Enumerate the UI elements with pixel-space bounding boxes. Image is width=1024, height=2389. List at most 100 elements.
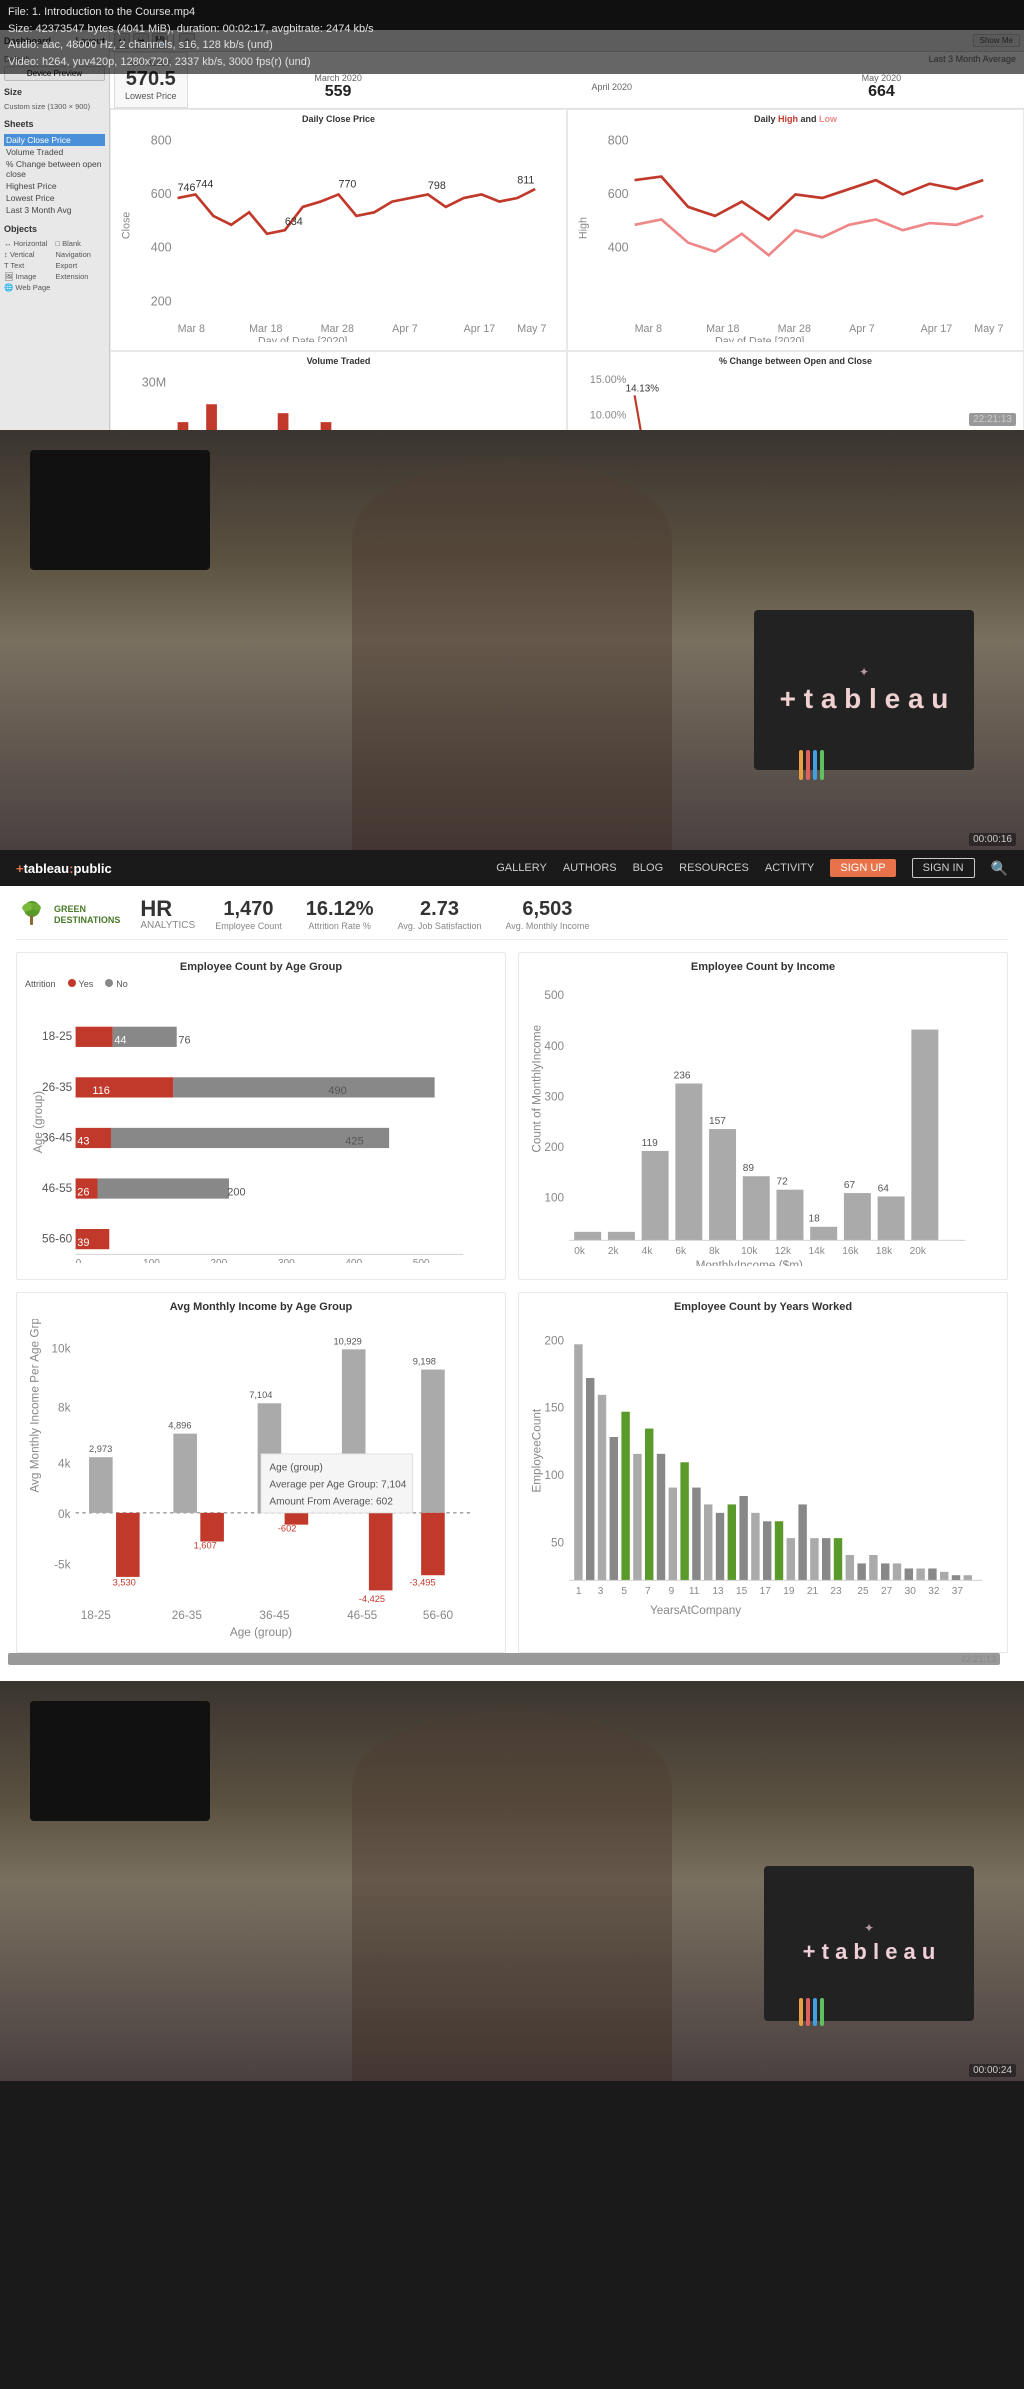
sidebar-sheet-3[interactable]: % Change between open close (4, 158, 105, 180)
file-info-line2: Size: 42373547 bytes (4041 MiB), duratio… (8, 21, 1016, 38)
month-march: March 2020 559 (314, 73, 362, 101)
obj-vertical[interactable]: ↕ Vertical (4, 250, 54, 259)
signin-button[interactable]: SIGN IN (912, 858, 975, 878)
chart-pct-svg: 15.00% 10.00% 5.00% 0.00% -5.00% 14 (572, 368, 1019, 430)
svg-text:44: 44 (114, 1035, 126, 1047)
svg-text:4,896: 4,896 (168, 1420, 191, 1430)
svg-text:116: 116 (92, 1085, 109, 1097)
nav-gallery[interactable]: GALLERY (496, 862, 547, 874)
file-info-line3: Audio: aac, 48000 Hz, 2 channels, s16, 1… (8, 37, 1016, 54)
svg-text:10.00%: 10.00% (590, 409, 627, 421)
obj-navigation[interactable]: Navigation (56, 250, 106, 259)
hr-chart-title-income: Employee Count by Income (527, 961, 999, 973)
nav-activity[interactable]: ACTIVITY (765, 862, 815, 874)
obj-blank[interactable]: □ Blank (56, 239, 106, 248)
nav-blog[interactable]: BLOG (633, 862, 664, 874)
svg-text:200: 200 (151, 294, 172, 308)
obj-web[interactable]: 🌐 Web Page (4, 283, 54, 292)
logo-text-line1: GREEN (54, 904, 120, 915)
march-value: 559 (314, 83, 362, 101)
logo-text: GREEN DESTINATIONS (54, 904, 120, 926)
legend-no: No (105, 979, 128, 989)
svg-text:400: 400 (608, 241, 629, 255)
nav-authors[interactable]: AUTHORS (563, 862, 617, 874)
svg-text:56-60: 56-60 (42, 1232, 73, 1245)
sidebar-sheet-2[interactable]: Volume Traded (4, 146, 105, 158)
svg-text:3,530: 3,530 (113, 1577, 136, 1587)
svg-text:0k: 0k (58, 1507, 71, 1520)
person-video-2-timestamp: 00:00:24 (969, 2064, 1016, 2077)
kpi-satisfaction-label: Avg. Job Satisfaction (398, 921, 482, 931)
svg-text:-602: -602 (278, 1523, 297, 1533)
svg-text:400: 400 (151, 241, 172, 255)
svg-text:18-25: 18-25 (81, 1609, 112, 1622)
marker-red-2 (806, 1998, 810, 2026)
svg-text:64: 64 (878, 1183, 890, 1194)
chart-pct-placeholder: 15.00% 10.00% 5.00% 0.00% -5.00% 14 (572, 368, 1019, 430)
svg-text:EmployeeCount: EmployeeCount (530, 1408, 543, 1493)
svg-text:600: 600 (608, 187, 629, 201)
svg-text:Age (group): Age (group) (230, 1625, 292, 1638)
size-label: Size (4, 85, 105, 99)
tableau-main: ↩ ↪ 💾 + Show Me Min: 3160.5 570.5 Lowest… (110, 30, 1024, 430)
hr-analytics-section: GREEN DESTINATIONS HR ANALYTICS 1,470 Em… (0, 886, 1024, 1681)
hr-timestamp: 22:21:13 (8, 1653, 1000, 1665)
svg-text:12k: 12k (775, 1246, 792, 1257)
search-icon[interactable]: 🔍 (991, 860, 1008, 877)
obj-text[interactable]: T Text (4, 261, 54, 270)
hr-kpi-income: 6,503 Avg. Monthly Income (505, 898, 589, 931)
svg-text:Apr 7: Apr 7 (849, 323, 875, 335)
svg-text:Mar 28: Mar 28 (321, 323, 354, 335)
sidebar-sheet-6[interactable]: Last 3 Month Avg (4, 204, 105, 216)
sidebar-sheet-5[interactable]: Lowest Price (4, 192, 105, 204)
svg-text:36-45: 36-45 (259, 1609, 290, 1622)
tableau-dashboard: Dashboard Layout Default Device Preview … (0, 30, 1024, 430)
svg-text:100: 100 (143, 1258, 160, 1263)
tableau-laptop-logo-2: + t a b l e a u (803, 1939, 936, 1965)
leaf-svg (16, 899, 48, 931)
marker-green-2 (820, 1998, 824, 2026)
nav-resources[interactable]: RESOURCES (679, 862, 749, 874)
svg-text:8k: 8k (58, 1401, 71, 1414)
svg-text:YearsAtCompany: YearsAtCompany (650, 1604, 741, 1617)
hr-subtitle: ANALYTICS (140, 920, 195, 931)
hr-chart-title-avg-income: Avg Monthly Income by Age Group (25, 1301, 497, 1313)
svg-text:1: 1 (576, 1585, 582, 1596)
sidebar-sheet-1[interactable]: Daily Close Price (4, 134, 105, 146)
obj-extension[interactable]: Extension (56, 272, 106, 281)
svg-text:Mar 18: Mar 18 (706, 323, 739, 335)
svg-text:Apr 17: Apr 17 (921, 323, 953, 335)
svg-text:18k: 18k (876, 1246, 893, 1257)
kpi-satisfaction-value: 2.73 (398, 898, 482, 921)
svg-text:67: 67 (844, 1180, 856, 1191)
svg-text:27: 27 (881, 1585, 893, 1596)
svg-text:0: 0 (76, 1258, 82, 1263)
kpi-employee-value: 1,470 (215, 898, 282, 921)
svg-text:39: 39 (77, 1237, 89, 1249)
kpi-employee-label: Employee Count (215, 921, 282, 931)
svg-text:21: 21 (807, 1585, 819, 1596)
svg-text:18-25: 18-25 (42, 1030, 73, 1043)
svg-text:High: High (577, 217, 589, 239)
years-worked-svg: 200 150 100 50 (527, 1319, 999, 1639)
chart-daily-close: Daily Close Price 800 600 400 200 (110, 109, 567, 351)
tableau-content: Min: 3160.5 570.5 Lowest Price Last 3 Mo… (110, 52, 1024, 430)
svg-text:15.00%: 15.00% (590, 373, 627, 385)
obj-horizontal[interactable]: ↔ Horizontal (4, 239, 54, 248)
obj-image[interactable]: 🖼 Image (4, 272, 54, 281)
laptop-right: ✦ + t a b l e a u (754, 610, 974, 770)
obj-export[interactable]: Export (56, 261, 106, 270)
sidebar-sheet-4[interactable]: Highest Price (4, 180, 105, 192)
svg-text:300: 300 (544, 1090, 564, 1103)
kpi-attrition-value: 16.12% (306, 898, 374, 921)
chart-close-placeholder: 800 600 400 200 746 744 634 770 (115, 126, 562, 342)
tableau-public-logo: +tableau:public (16, 861, 112, 876)
person-video-section-2: ✦ + t a b l e a u 00:00:24 (0, 1681, 1024, 2081)
age-group-chart-svg: 18-25 26-35 36-45 46-55 56-60 44 76 116 … (25, 993, 497, 1263)
chart-highlow-placeholder: 800 600 400 Mar 8 Mar 18 Mar 28 Apr (572, 126, 1019, 342)
svg-text:746: 746 (178, 182, 196, 194)
person-bg-1: ✦ + t a b l e a u (0, 430, 1024, 850)
signup-button[interactable]: SIGN UP (830, 859, 895, 877)
svg-text:1,607: 1,607 (194, 1540, 217, 1550)
chart-pct-change: % Change between Open and Close 15.00% 1… (567, 351, 1024, 430)
